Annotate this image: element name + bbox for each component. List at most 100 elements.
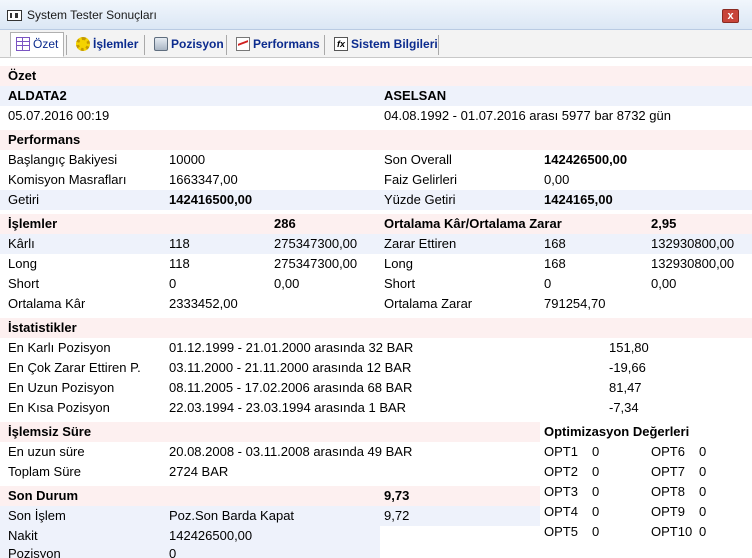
opt-name: OPT10 xyxy=(651,524,693,539)
stats-row: En Çok Zarar Ettiren P. 03.11.2000 - 21.… xyxy=(0,358,752,378)
trades-row: Kârlı 118 275347300,00 Zarar Ettiren 168… xyxy=(0,234,752,254)
field-label: Short xyxy=(8,276,40,291)
field-value: 142426500,00 xyxy=(544,152,628,167)
tab-separator xyxy=(324,35,325,55)
field-label: Ortalama Zarar xyxy=(384,296,473,311)
system-row: ALDATA2 ASELSAN xyxy=(0,86,752,106)
field-value: 275347300,00 xyxy=(274,256,358,271)
gear-icon xyxy=(76,37,90,51)
stats-header-row: İstatistikler xyxy=(0,318,752,338)
optimization-header: Optimizasyon Değerleri xyxy=(544,424,690,439)
opt-value: 0 xyxy=(592,524,600,539)
tab-strip: Özet İşlemler Pozisyon Performans fx Sis… xyxy=(0,30,752,58)
field-value: 2724 BAR xyxy=(169,464,229,479)
run-info-row: 05.07.2016 00:19 04.08.1992 - 01.07.2016… xyxy=(0,106,752,126)
opt-name: OPT2 xyxy=(544,464,578,479)
opt-name: OPT3 xyxy=(544,484,578,499)
function-icon: fx xyxy=(334,37,348,51)
field-label: Ortalama Kâr xyxy=(8,296,86,311)
tab-sistem-bilgileri[interactable]: fx Sistem Bilgileri xyxy=(328,32,444,57)
performance-row: Başlangıç Bakiyesi 10000 Son Overall 142… xyxy=(0,150,752,170)
chart-icon xyxy=(236,37,250,51)
performance-row: Komisyon Masrafları 1663347,00 Faiz Geli… xyxy=(0,170,752,190)
tab-ozet[interactable]: Özet xyxy=(10,32,65,57)
performance-header-row: Performans xyxy=(0,130,752,150)
field-value: Poz.Son Barda Kapat xyxy=(169,508,295,523)
status-header: Son Durum xyxy=(0,486,380,506)
idle-header: İşlemsiz Süre xyxy=(0,422,540,442)
field-value: 20.08.2008 - 03.11.2008 arasında 49 BAR xyxy=(169,444,413,459)
trades-row: Short 0 0,00 Short 0 0,00 xyxy=(0,274,752,294)
field-value: 132930800,00 xyxy=(651,236,735,251)
tab-label: Sistem Bilgileri xyxy=(351,37,438,51)
opt-name: OPT4 xyxy=(544,504,578,519)
field-value: 168 xyxy=(544,256,566,271)
field-value: 168 xyxy=(544,236,566,251)
section-header: Performans xyxy=(8,132,81,147)
field-value: 0,00 xyxy=(544,172,570,187)
opt-value: 0 xyxy=(699,464,707,479)
section-header: İşlemler xyxy=(8,216,58,231)
close-button[interactable]: x xyxy=(722,9,739,23)
avg-ratio: 2,95 xyxy=(651,216,677,231)
field-label: Getiri xyxy=(8,192,40,207)
symbol-name: ASELSAN xyxy=(384,88,447,103)
field-value: 0 xyxy=(544,276,552,291)
opt-value: 0 xyxy=(699,444,707,459)
field-value: 0 xyxy=(169,276,177,291)
field-label: Faiz Gelirleri xyxy=(384,172,457,187)
field-value: 142416500,00 xyxy=(169,192,253,207)
field-value: 0,00 xyxy=(274,276,300,291)
opt-name: OPT6 xyxy=(651,444,685,459)
tab-pozisyon[interactable]: Pozisyon xyxy=(148,32,230,57)
title-bar: System Tester Sonuçları x xyxy=(0,0,752,30)
field-label: En uzun süre xyxy=(8,444,85,459)
field-label: Short xyxy=(384,276,416,291)
field-value: 2333452,00 xyxy=(169,296,238,311)
trades-header-row: İşlemler 286 Ortalama Kâr/Ortalama Zarar… xyxy=(0,214,752,234)
stats-row: En Kısa Pozisyon 22.03.1994 - 23.03.1994… xyxy=(0,398,752,418)
opt-value: 0 xyxy=(699,484,707,499)
field-label: Yüzde Getiri xyxy=(384,192,456,207)
tab-separator xyxy=(438,35,439,55)
field-value: 791254,70 xyxy=(544,296,606,311)
field-label: Long xyxy=(384,256,413,271)
opt-value: 0 xyxy=(592,444,600,459)
opt-name: OPT9 xyxy=(651,504,685,519)
tab-label: Özet xyxy=(33,37,59,51)
grid-icon xyxy=(16,37,30,51)
field-value: 1424165,00 xyxy=(544,192,613,207)
section-header: Özet xyxy=(8,68,37,83)
tab-islemler[interactable]: İşlemler xyxy=(70,32,144,57)
opt-value: 0 xyxy=(699,504,707,519)
field-value: 0,00 xyxy=(651,276,677,291)
field-label: En Uzun Pozisyon xyxy=(8,380,115,395)
trades-row: Long 118 275347300,00 Long 168 132930800… xyxy=(0,254,752,274)
field-label: En Karlı Pozisyon xyxy=(8,340,111,355)
field-value: 81,47 xyxy=(609,380,642,395)
window-title: System Tester Sonuçları xyxy=(27,8,157,22)
field-label: Long xyxy=(8,256,37,271)
field-value: 118 xyxy=(169,236,190,251)
tab-separator xyxy=(66,35,67,55)
summary-panel: Özet ALDATA2 ASELSAN 05.07.2016 00:19 04… xyxy=(0,65,752,558)
field-value: 142426500,00 xyxy=(169,528,253,543)
app-icon xyxy=(7,10,22,21)
opt-name: OPT7 xyxy=(651,464,685,479)
status-header-value: 9,73 xyxy=(380,486,540,506)
field-value: 03.11.2000 - 21.11.2000 arasında 12 BAR xyxy=(169,360,412,375)
field-label: Pozisyon xyxy=(8,546,61,558)
opt-name: OPT5 xyxy=(544,524,578,539)
trade-count: 286 xyxy=(274,216,296,231)
field-label: Son Overall xyxy=(384,152,452,167)
tab-separator xyxy=(226,35,227,55)
tab-performans[interactable]: Performans xyxy=(230,32,326,57)
opt-value: 0 xyxy=(699,524,707,539)
tab-label: Pozisyon xyxy=(171,37,224,51)
field-value: 08.11.2005 - 17.02.2006 arasında 68 BAR xyxy=(169,380,413,395)
field-value: 01.12.1999 - 21.01.2000 arasında 32 BAR xyxy=(169,340,414,355)
field-value: 118 xyxy=(169,256,190,271)
data-range: 04.08.1992 - 01.07.2016 arası 5977 bar 8… xyxy=(384,108,671,123)
stats-row: En Karlı Pozisyon 01.12.1999 - 21.01.200… xyxy=(0,338,752,358)
position-icon xyxy=(154,37,168,51)
